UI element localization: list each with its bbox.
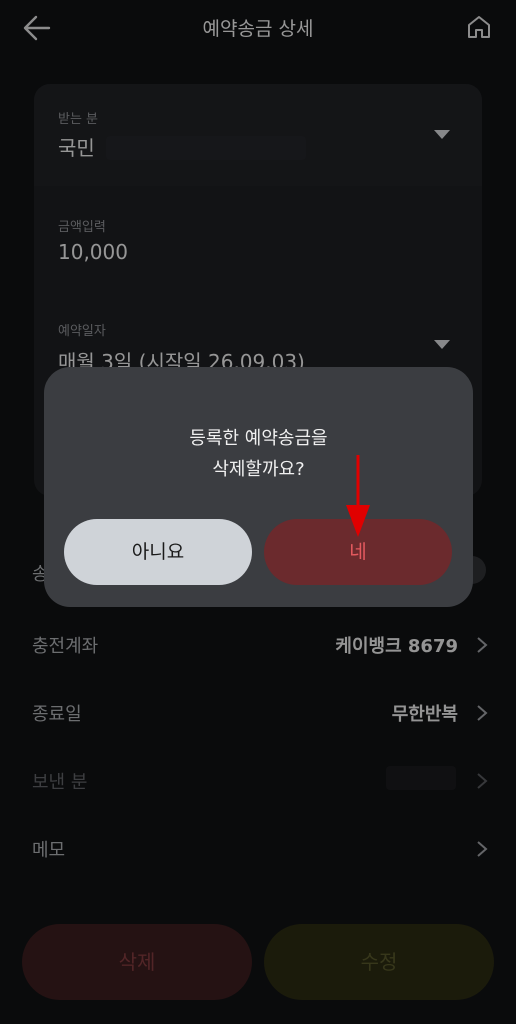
delete-confirm-dialog: 등록한 예약송금을 삭제할까요? 아니요 네 bbox=[44, 367, 473, 607]
annotation-arrow-icon bbox=[346, 455, 370, 537]
dialog-message: 등록한 예약송금을 삭제할까요? bbox=[44, 423, 473, 485]
dialog-message-line2: 삭제할까요? bbox=[212, 459, 305, 480]
no-button[interactable]: 아니요 bbox=[64, 519, 252, 585]
dialog-message-line1: 등록한 예약송금을 bbox=[189, 428, 328, 449]
